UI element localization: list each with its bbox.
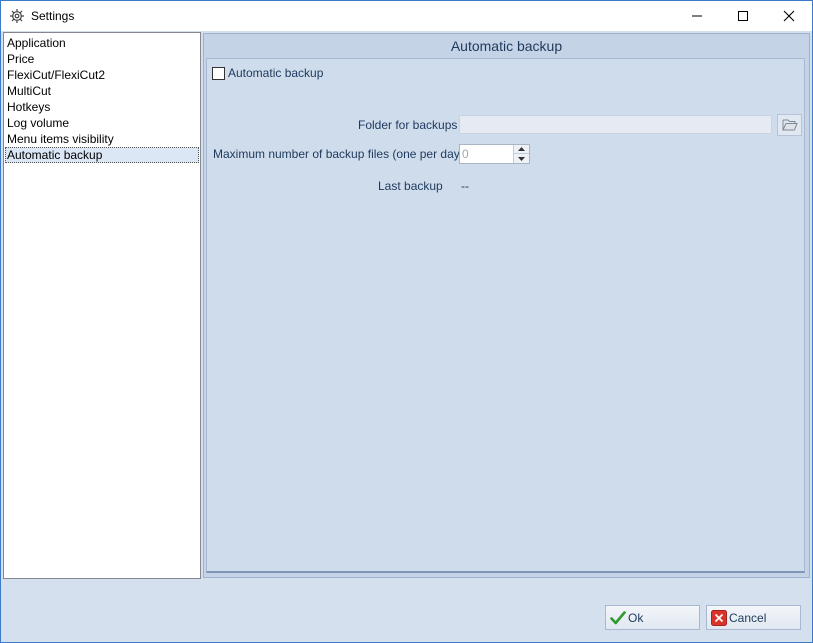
x-box-icon (711, 610, 727, 626)
sidebar-item-multicut[interactable]: MultiCut (5, 83, 199, 99)
close-icon (783, 10, 795, 22)
browse-folder-button[interactable] (777, 114, 802, 136)
chevron-up-icon (518, 147, 525, 151)
ok-button-label: Ok (628, 611, 644, 625)
window-title: Settings (31, 9, 75, 23)
max-backup-files-value[interactable]: 0 (462, 147, 469, 161)
sidebar-item-automatic-backup[interactable]: Automatic backup (5, 147, 199, 163)
settings-category-list[interactable]: Application Price FlexiCut/FlexiCut2 Mul… (3, 32, 201, 579)
checkmark-icon (610, 610, 626, 626)
automatic-backup-checkbox-label[interactable]: Automatic backup (228, 66, 323, 80)
automatic-backup-checkbox[interactable] (212, 67, 225, 80)
gear-icon (9, 8, 25, 24)
sidebar-item-menu-items-visibility[interactable]: Menu items visibility (5, 131, 199, 147)
maximize-button[interactable] (720, 1, 766, 31)
spinner-up-button[interactable] (514, 145, 529, 154)
max-backup-files-spinner[interactable]: 0 (459, 144, 530, 164)
folder-open-icon (781, 119, 798, 131)
spinner-buttons (513, 145, 529, 163)
minimize-button[interactable] (674, 1, 720, 31)
minimize-icon (692, 15, 702, 17)
close-button[interactable] (766, 1, 812, 31)
max-backup-files-label: Maximum number of backup files (one per … (213, 147, 464, 161)
sidebar-item-price[interactable]: Price (5, 51, 199, 67)
cancel-button[interactable]: Cancel (706, 605, 801, 630)
spinner-down-button[interactable] (514, 154, 529, 163)
last-backup-label: Last backup (378, 179, 443, 193)
settings-panel: Automatic backup Automatic backup Folder… (203, 33, 810, 578)
sidebar-item-log-volume[interactable]: Log volume (5, 115, 199, 131)
cancel-button-label: Cancel (729, 611, 767, 625)
panel-body: Automatic backup Folder for backups Maxi… (206, 58, 805, 573)
sidebar-item-application[interactable]: Application (5, 35, 199, 51)
folder-for-backups-label: Folder for backups (358, 118, 458, 132)
panel-title: Automatic backup (450, 38, 563, 54)
sidebar-item-flexicut[interactable]: FlexiCut/FlexiCut2 (5, 67, 199, 83)
title-bar[interactable]: Settings (1, 1, 812, 31)
chevron-down-icon (518, 156, 525, 161)
ok-button[interactable]: Ok (605, 605, 700, 630)
sidebar-item-hotkeys[interactable]: Hotkeys (5, 99, 199, 115)
backup-folder-input[interactable] (459, 115, 772, 134)
maximize-icon (738, 11, 748, 21)
last-backup-value: -- (461, 179, 469, 193)
settings-window: Settings Application Price FlexiCut/Flex… (0, 0, 813, 643)
